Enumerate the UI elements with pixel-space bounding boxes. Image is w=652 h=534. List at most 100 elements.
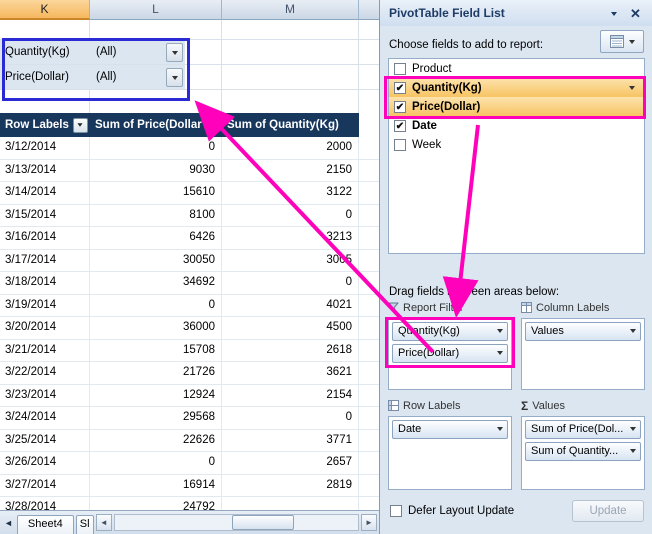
- row-labels-filter-button[interactable]: [73, 118, 88, 133]
- empty-cell[interactable]: [359, 182, 379, 204]
- empty-cell[interactable]: [359, 430, 379, 452]
- sum-quantity-cell[interactable]: 0: [222, 407, 359, 429]
- sum-quantity-cell[interactable]: 2819: [222, 475, 359, 497]
- date-cell[interactable]: 3/22/2014: [0, 362, 90, 384]
- area-field-button[interactable]: Sum of Price(Dol...: [525, 420, 641, 439]
- sum-quantity-cell[interactable]: 2154: [222, 385, 359, 407]
- sum-quantity-cell[interactable]: [222, 497, 359, 510]
- checkbox-checked-icon[interactable]: ✔: [394, 82, 406, 94]
- pane-close-button[interactable]: ✕: [627, 5, 644, 22]
- empty-cell[interactable]: [359, 340, 379, 362]
- date-cell[interactable]: 3/15/2014: [0, 205, 90, 227]
- sum-price-cell[interactable]: 24792: [90, 497, 222, 510]
- filter-value-cell[interactable]: (All): [90, 40, 185, 65]
- sum-price-cell[interactable]: 6426: [90, 227, 222, 249]
- sum-price-cell[interactable]: 9030: [90, 160, 222, 182]
- date-cell[interactable]: 3/16/2014: [0, 227, 90, 249]
- empty-cell[interactable]: [359, 385, 379, 407]
- filter-label-cell[interactable]: Quantity(Kg): [0, 40, 90, 65]
- defer-layout-checkbox[interactable]: [390, 505, 402, 517]
- sum-price-cell[interactable]: 12924: [90, 385, 222, 407]
- date-cell[interactable]: 3/14/2014: [0, 182, 90, 204]
- scrollbar-thumb[interactable]: [232, 515, 294, 530]
- area-field-button[interactable]: Values: [525, 322, 641, 341]
- empty-cell[interactable]: [359, 362, 379, 384]
- row-labels-header-cell[interactable]: Row Labels: [0, 113, 90, 137]
- sum-quantity-cell[interactable]: 4021: [222, 295, 359, 317]
- sum-quantity-cell[interactable]: 0: [222, 205, 359, 227]
- sheet-tab-sheet4[interactable]: Sheet4: [17, 515, 74, 534]
- column-header-m[interactable]: M: [222, 0, 359, 20]
- empty-cell[interactable]: [359, 452, 379, 474]
- area-field-button[interactable]: Date: [392, 420, 508, 439]
- empty-cell[interactable]: [359, 295, 379, 317]
- field-item-date[interactable]: ✔Date: [389, 116, 644, 135]
- empty-cell[interactable]: [359, 250, 379, 272]
- sum-price-cell[interactable]: 8100: [90, 205, 222, 227]
- sum-price-cell[interactable]: 22626: [90, 430, 222, 452]
- sum-of-quantity-header-cell[interactable]: Sum of Quantity(Kg): [222, 113, 359, 137]
- date-cell[interactable]: 3/19/2014: [0, 295, 90, 317]
- sum-quantity-cell[interactable]: 4500: [222, 317, 359, 339]
- filter-dropdown-button[interactable]: [166, 43, 183, 62]
- sheet-tab-next[interactable]: Sl: [76, 515, 94, 534]
- checkbox-icon[interactable]: [394, 139, 406, 151]
- sum-price-cell[interactable]: 15610: [90, 182, 222, 204]
- sum-quantity-cell[interactable]: 2618: [222, 340, 359, 362]
- field-item-quantity-kg[interactable]: ✔Quantity(Kg): [389, 78, 644, 97]
- sum-price-cell[interactable]: 36000: [90, 317, 222, 339]
- sum-price-cell[interactable]: 34692: [90, 272, 222, 294]
- filter-dropdown-button[interactable]: [166, 68, 183, 87]
- scroll-right-button[interactable]: ►: [361, 514, 377, 531]
- field-list-layout-button[interactable]: [600, 30, 644, 53]
- sum-price-cell[interactable]: 16914: [90, 475, 222, 497]
- field-dropdown-button[interactable]: [625, 81, 639, 94]
- date-cell[interactable]: 3/12/2014: [0, 137, 90, 159]
- sum-quantity-cell[interactable]: 2657: [222, 452, 359, 474]
- date-cell[interactable]: 3/20/2014: [0, 317, 90, 339]
- area-box-report-filter[interactable]: Quantity(Kg)Price(Dollar): [388, 318, 512, 390]
- date-cell[interactable]: 3/21/2014: [0, 340, 90, 362]
- field-item-price-dollar[interactable]: ✔Price(Dollar): [389, 97, 644, 116]
- empty-cell[interactable]: [359, 475, 379, 497]
- field-item-week[interactable]: Week: [389, 135, 644, 154]
- sum-quantity-cell[interactable]: 2150: [222, 160, 359, 182]
- empty-cell[interactable]: [359, 137, 379, 159]
- tab-nav-icon[interactable]: ◄: [2, 518, 15, 528]
- date-cell[interactable]: 3/17/2014: [0, 250, 90, 272]
- date-cell[interactable]: 3/28/2014: [0, 497, 90, 510]
- sum-price-cell[interactable]: 0: [90, 295, 222, 317]
- column-header-k[interactable]: K: [0, 0, 90, 20]
- sum-price-cell[interactable]: 0: [90, 452, 222, 474]
- empty-cell[interactable]: [359, 227, 379, 249]
- sum-quantity-cell[interactable]: 3621: [222, 362, 359, 384]
- area-box-column-labels[interactable]: Values: [521, 318, 645, 390]
- empty-cell[interactable]: [359, 497, 379, 510]
- sum-price-cell[interactable]: 21726: [90, 362, 222, 384]
- empty-cell[interactable]: [359, 407, 379, 429]
- sum-of-price-header-cell[interactable]: Sum of Price(Dollar: [90, 113, 222, 137]
- horizontal-scrollbar[interactable]: [114, 514, 359, 531]
- sum-price-cell[interactable]: 30050: [90, 250, 222, 272]
- date-cell[interactable]: 3/24/2014: [0, 407, 90, 429]
- empty-cell[interactable]: [359, 272, 379, 294]
- area-field-button[interactable]: Sum of Quantity...: [525, 442, 641, 461]
- area-box-row-labels[interactable]: Date: [388, 416, 512, 490]
- sum-quantity-cell[interactable]: 0: [222, 272, 359, 294]
- sum-quantity-cell[interactable]: 3005: [222, 250, 359, 272]
- date-cell[interactable]: 3/13/2014: [0, 160, 90, 182]
- scroll-left-button[interactable]: ◄: [96, 514, 112, 531]
- sum-price-cell[interactable]: 15708: [90, 340, 222, 362]
- sum-quantity-cell[interactable]: 3122: [222, 182, 359, 204]
- field-item-product[interactable]: Product: [389, 59, 644, 78]
- sum-quantity-cell[interactable]: 3771: [222, 430, 359, 452]
- sum-quantity-cell[interactable]: 3213: [222, 227, 359, 249]
- area-box-values[interactable]: Sum of Price(Dol... Sum of Quantity...: [521, 416, 645, 490]
- empty-cell[interactable]: [359, 160, 379, 182]
- empty-cell[interactable]: [359, 317, 379, 339]
- sum-price-cell[interactable]: 0: [90, 137, 222, 159]
- column-header-l[interactable]: L: [90, 0, 222, 20]
- update-button[interactable]: Update: [572, 500, 644, 522]
- filter-label-cell[interactable]: Price(Dollar): [0, 65, 90, 90]
- date-cell[interactable]: 3/23/2014: [0, 385, 90, 407]
